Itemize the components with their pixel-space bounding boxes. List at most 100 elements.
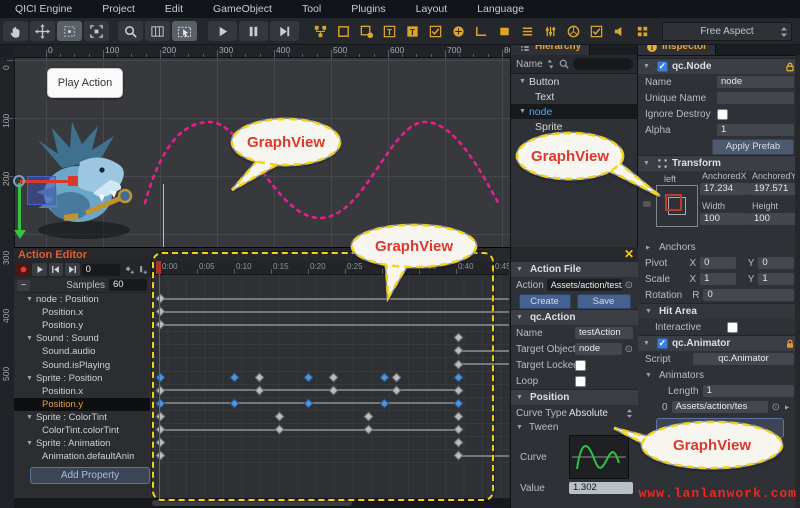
menu-plugins[interactable]: Plugins <box>336 0 400 18</box>
checkbox-create-button[interactable] <box>427 23 444 40</box>
section-position[interactable]: ▼ Position <box>511 389 638 405</box>
hierarchy-item-button[interactable]: ▼Button <box>511 74 638 89</box>
collapse-arrow-icon[interactable]: ▼ <box>643 340 650 347</box>
timeline-track-row[interactable] <box>150 358 509 372</box>
keyframe-diamond[interactable] <box>155 411 165 421</box>
collapse-arrow-icon[interactable]: ▼ <box>516 394 523 401</box>
columns-toggle-button[interactable] <box>145 21 170 41</box>
track-sprite-position[interactable]: ▼Sprite : Position− <box>14 372 162 385</box>
menu-qici-engine[interactable]: QICI Engine <box>0 0 87 18</box>
keyframe-diamond[interactable] <box>453 451 463 461</box>
object-badge-create-button[interactable] <box>358 23 375 40</box>
menu-gameobject[interactable]: GameObject <box>198 0 287 18</box>
unique-name-input[interactable] <box>717 92 794 104</box>
keyframe-diamond[interactable] <box>453 425 463 435</box>
keyframe-diamond[interactable] <box>379 398 389 408</box>
keyframe-diamond[interactable] <box>453 359 463 369</box>
track-collapse-arrow[interactable]: ▼ <box>26 296 33 303</box>
collapse-arrow-icon[interactable]: ▼ <box>516 314 523 321</box>
node-tree-create-button[interactable] <box>312 23 329 40</box>
keyframe-diamond[interactable] <box>155 425 165 435</box>
expand-arrow-icon[interactable]: ▼ <box>519 108 526 115</box>
keyframe-diamond[interactable] <box>155 294 165 304</box>
timeline-track-row[interactable] <box>150 436 509 450</box>
menu-language[interactable]: Language <box>462 0 539 18</box>
sort-arrows-icon[interactable] <box>546 58 555 70</box>
curve-type-value[interactable]: Absolute <box>569 408 608 419</box>
gizmo-origin[interactable] <box>13 175 25 187</box>
keyframe-diamond[interactable] <box>155 385 165 395</box>
zoom-toggle-button[interactable] <box>118 21 143 41</box>
filter-name-label[interactable]: Name <box>516 59 543 70</box>
action-name-input[interactable]: testAction <box>575 327 633 339</box>
object-picker-icon[interactable]: ⊙ <box>625 344 633 355</box>
rotation-input[interactable]: 0 <box>703 289 794 301</box>
keyframe-diamond[interactable] <box>303 372 313 382</box>
keyframe-diamond[interactable] <box>453 333 463 343</box>
play-playback-button[interactable] <box>208 21 237 41</box>
apply-prefab-button[interactable]: Apply Prefab <box>712 139 794 155</box>
timeline-track-row[interactable] <box>150 371 509 385</box>
sliders-create-button[interactable] <box>542 23 559 40</box>
add-keyframe-icon[interactable] <box>124 263 135 276</box>
length-input[interactable]: 1 <box>703 385 794 397</box>
menu-edit[interactable]: Edit <box>150 0 198 18</box>
timeline-track-row[interactable] <box>150 397 509 411</box>
gizmo-x-axis[interactable] <box>20 180 70 183</box>
frame-select-tool-button[interactable] <box>84 21 109 41</box>
section-qc-node[interactable]: ▼ ✓ qc.Node <box>638 58 800 74</box>
dots-grid-create-button[interactable] <box>634 23 651 40</box>
add-property-button[interactable]: Add Property <box>30 467 150 484</box>
keyframe-diamond[interactable] <box>229 398 239 408</box>
object-picker-icon[interactable]: ⊙ <box>772 402 780 413</box>
add-event-icon[interactable] <box>137 263 148 276</box>
frame-box-create-button[interactable] <box>335 23 352 40</box>
frame-input[interactable]: 0 <box>82 264 120 276</box>
record-button[interactable] <box>16 263 30 276</box>
corner-line-create-button[interactable] <box>473 23 490 40</box>
keyframe-diamond[interactable] <box>155 451 165 461</box>
track-collapse-arrow[interactable]: ▼ <box>26 440 33 447</box>
timeline-track-row[interactable] <box>150 344 509 358</box>
target-locked-checkbox[interactable] <box>575 360 586 371</box>
expand-arrow-icon[interactable]: ▼ <box>519 78 526 85</box>
track-sprite-animation[interactable]: ▼Sprite : Animation− <box>14 437 162 450</box>
hierarchy-item-text[interactable]: Text <box>511 89 638 104</box>
track-sound-sound[interactable]: ▼Sound : Sound− <box>14 332 162 345</box>
pivot-y-input[interactable]: 0 <box>758 257 794 269</box>
keyframe-diamond[interactable] <box>155 372 165 382</box>
text-create-button[interactable]: T <box>381 23 398 40</box>
interactive-checkbox[interactable] <box>727 322 738 333</box>
collapse-all-button[interactable]: − <box>17 280 30 291</box>
height-input[interactable]: 100 <box>750 213 800 225</box>
keyframe-diamond[interactable] <box>274 411 284 421</box>
keyframe-diamond[interactable] <box>391 385 401 395</box>
section-qc-animator[interactable]: ▼ ✓ qc.Animator <box>638 335 800 351</box>
scale-x-input[interactable]: 1 <box>700 273 736 285</box>
track-sprite-colortint[interactable]: ▼Sprite : ColorTint− <box>14 411 162 424</box>
hierarchy-search-input[interactable] <box>573 58 633 70</box>
anchoredy-input[interactable]: 197.571 <box>750 183 800 195</box>
menu-layout[interactable]: Layout <box>401 0 463 18</box>
tween-collapse-arrow[interactable]: ▼ <box>516 424 523 431</box>
hierarchy-item-node[interactable]: ▼node <box>511 104 638 119</box>
gizmo-y-arrow[interactable] <box>14 230 26 239</box>
keyframe-diamond[interactable] <box>453 438 463 448</box>
width-input[interactable]: 100 <box>700 213 750 225</box>
alpha-input[interactable]: 1 <box>717 124 794 136</box>
step-playback-button[interactable] <box>270 21 299 41</box>
keyframe-diamond[interactable] <box>453 411 463 421</box>
track-collapse-arrow[interactable]: ▼ <box>26 414 33 421</box>
anchors-collapse-arrow[interactable]: ▼ <box>645 244 652 251</box>
checkbox-panel-create-button[interactable] <box>588 23 605 40</box>
keyframe-diamond[interactable] <box>328 385 338 395</box>
keyframe-diamond[interactable] <box>453 398 463 408</box>
play-button[interactable] <box>32 263 46 276</box>
move-tool-button[interactable] <box>30 21 55 41</box>
keyframe-diamond[interactable] <box>453 385 463 395</box>
keyframe-diamond[interactable] <box>328 372 338 382</box>
node-name-input[interactable]: node <box>717 76 794 88</box>
timeline-hscroll-thumb[interactable] <box>152 500 352 506</box>
animator-expand-arrow[interactable]: ▼ <box>784 404 791 411</box>
keyframe-diamond[interactable] <box>303 398 313 408</box>
